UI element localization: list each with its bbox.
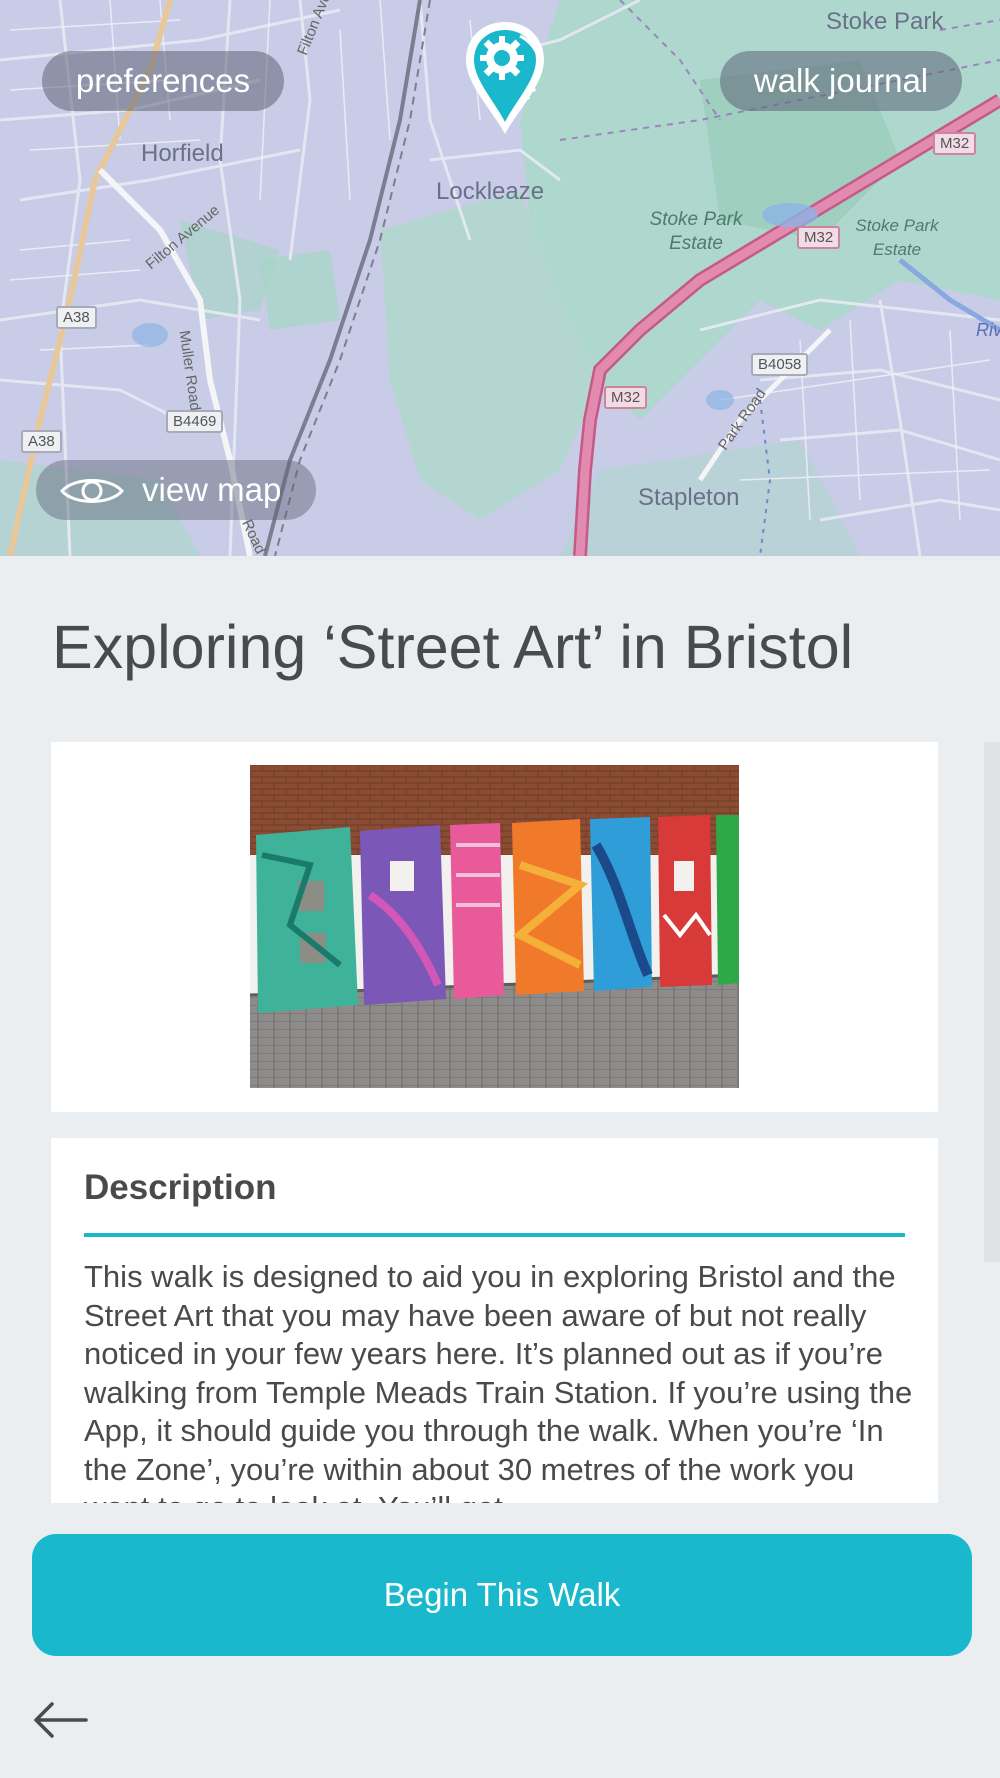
description-heading: Description [84,1168,277,1207]
map-road-shield: B4058 [751,353,809,376]
walk-photo [250,765,739,1088]
map-road-shield: A38 [56,306,97,329]
view-map-button[interactable]: view map [36,460,316,520]
app-logo-pin-icon [466,22,544,134]
map-road-shield: M32 [604,386,648,409]
view-map-label: view map [142,471,282,508]
map-road-shield: A38 [21,430,62,453]
begin-walk-button[interactable]: Begin This Walk [32,1534,972,1656]
map-place-label: Stoke Park Estate [649,209,743,254]
map-road-shield: B4469 [166,410,224,433]
map-place-label: Horfield [141,140,224,167]
bristol-mural-image [250,765,739,1088]
map-place-label: Stapleton [638,484,740,511]
map-road-shield: M32 [933,132,977,155]
description-divider [84,1233,905,1237]
map-place-label: Lockleaze [436,178,545,205]
walk-image-card [51,742,938,1112]
description-card[interactable]: Description This walk is designed to aid… [51,1138,938,1503]
preferences-button[interactable]: preferences [42,51,284,111]
map-place-label: Riv [976,320,1000,340]
map-preview[interactable]: Stoke Park Horfield Lockleaze Stoke Park… [0,0,1000,556]
back-arrow-icon[interactable] [30,1698,90,1742]
map-place-label: Stoke Park [826,8,944,35]
eye-icon [60,479,124,503]
walk-title: Exploring ‘Street Art’ in Bristol [52,613,854,681]
map-road-shield: M32 [797,226,841,249]
walk-journal-button[interactable]: walk journal [720,51,962,111]
map-place-label: Stoke Park Estate [855,216,939,259]
content-scrollbar[interactable] [984,742,1000,1262]
description-text: This walk is designed to aid you in expl… [84,1259,913,1503]
